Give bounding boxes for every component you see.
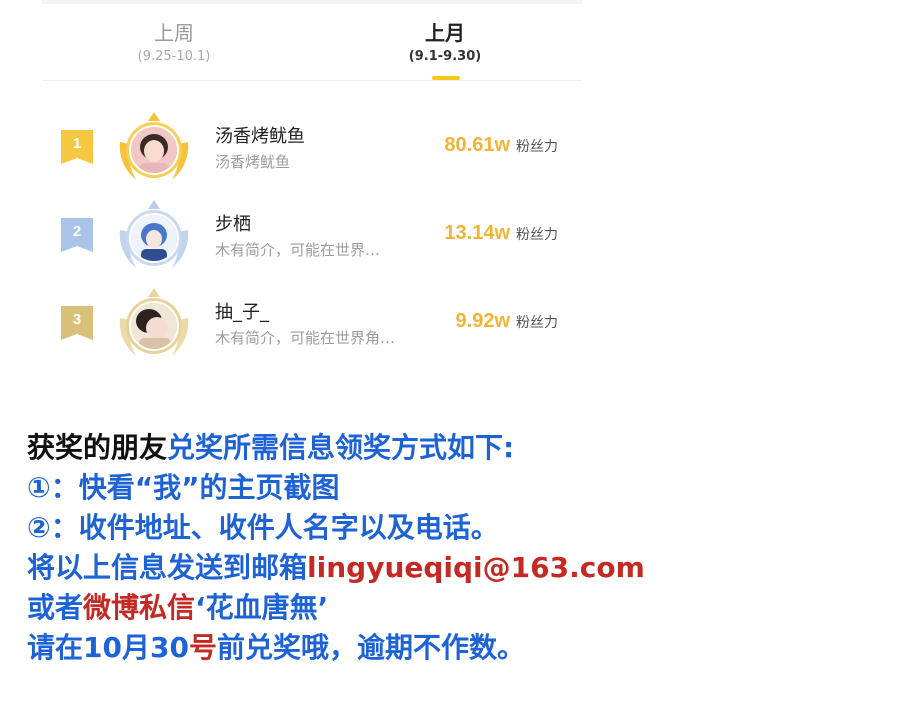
score-unit: 粉丝力 xyxy=(516,139,558,155)
notice-or: 或者 xyxy=(27,591,84,624)
user-name[interactable]: 步栖 xyxy=(215,210,251,236)
rank-badge-bronze: 3 xyxy=(61,306,93,340)
avatar xyxy=(129,125,179,175)
score-value: 9.92w xyxy=(455,310,510,332)
tab-last-month[interactable]: 上月 (9.1-9.30) xyxy=(345,18,545,80)
rank-number: 3 xyxy=(72,311,82,328)
notice-deadline-c: 前兑奖哦，逾期不作数。 xyxy=(216,631,525,664)
notice-line-6: 请在10月30号前兑奖哦，逾期不作数。 xyxy=(27,628,887,668)
notice-line-3: ②：收件地址、收件人名字以及电话。 xyxy=(27,511,499,544)
notice-intro: 兑奖所需信息领奖方式如下: xyxy=(167,431,515,464)
rank-number: 2 xyxy=(72,223,82,240)
ranking-card: 上周 (9.25-10.1) 上月 (9.1-9.30) 1 汤香烤鱿鱼 汤香烤… xyxy=(42,0,582,370)
ranking-row-3[interactable]: 3 抽_子_ 木有简介，可能在世界角… 9.92w 粉丝力 xyxy=(42,284,582,364)
tab-last-week-label: 上周 xyxy=(154,21,194,45)
notice-deadline-a: 请在10月30 xyxy=(27,631,189,664)
user-bio: 木有简介，可能在世界角… xyxy=(215,329,396,347)
user-bio: 汤香烤鱿鱼 xyxy=(215,153,291,171)
avatar-frame-bronze[interactable] xyxy=(116,288,192,364)
fan-power-score: 9.92w 粉丝力 xyxy=(456,310,558,333)
period-tabs: 上周 (9.25-10.1) 上月 (9.1-9.30) xyxy=(42,18,582,80)
notice-line-2: ①：快看“我”的主页截图 xyxy=(27,471,340,504)
ranking-row-2[interactable]: 2 步栖 木有简介，可能在世界… 13.14w 粉丝力 xyxy=(42,196,582,276)
avatar-frame-gold[interactable] xyxy=(116,112,192,188)
tab-last-week-range: (9.25-10.1) xyxy=(137,49,211,64)
user-name[interactable]: 汤香烤鱿鱼 xyxy=(215,122,305,148)
user-name[interactable]: 抽_子_ xyxy=(215,298,269,324)
fan-power-score: 13.14w 粉丝力 xyxy=(444,222,558,245)
tabs-divider xyxy=(42,80,582,81)
fan-power-score: 80.61w 粉丝力 xyxy=(444,134,558,157)
avatar xyxy=(129,301,179,351)
avatar-frame-silver[interactable] xyxy=(116,200,192,276)
notice-line-4: 将以上信息发送到邮箱lingyueqiqi@163.com xyxy=(27,548,887,588)
notice-line-1: 获奖的朋友兑奖所需信息领奖方式如下: xyxy=(27,428,887,468)
score-unit: 粉丝力 xyxy=(516,227,558,243)
score-value: 80.61w xyxy=(444,134,510,156)
notice-weibo-account: ‘花血唐無’ xyxy=(195,591,329,624)
user-bio: 木有简介，可能在世界… xyxy=(215,241,381,259)
rank-number: 1 xyxy=(72,135,82,152)
notice-email-prefix: 将以上信息发送到邮箱 xyxy=(27,551,308,584)
rank-badge-gold: 1 xyxy=(61,130,93,164)
card-top-divider xyxy=(42,0,582,4)
tab-last-month-range: (9.1-9.30) xyxy=(408,49,482,64)
notice-line-5: 或者微博私信‘花血唐無’ xyxy=(27,588,887,628)
tab-last-month-label: 上月 xyxy=(425,21,465,45)
score-value: 13.14w xyxy=(444,222,510,244)
ranking-row-1[interactable]: 1 汤香烤鱿鱼 汤香烤鱿鱼 80.61w 粉丝力 xyxy=(42,108,582,188)
notice-winners: 获奖的朋友 xyxy=(27,431,168,464)
notice-deadline-b: 号 xyxy=(188,631,217,664)
notice-weibo: 微博私信 xyxy=(83,591,196,624)
avatar xyxy=(129,213,179,263)
score-unit: 粉丝力 xyxy=(516,315,558,331)
tab-last-week[interactable]: 上周 (9.25-10.1) xyxy=(74,18,274,66)
prize-notice: 获奖的朋友兑奖所需信息领奖方式如下: ①：快看“我”的主页截图 ②：收件地址、收… xyxy=(27,428,887,668)
rank-badge-silver: 2 xyxy=(61,218,93,252)
notice-email[interactable]: lingyueqiqi@163.com xyxy=(307,551,645,584)
